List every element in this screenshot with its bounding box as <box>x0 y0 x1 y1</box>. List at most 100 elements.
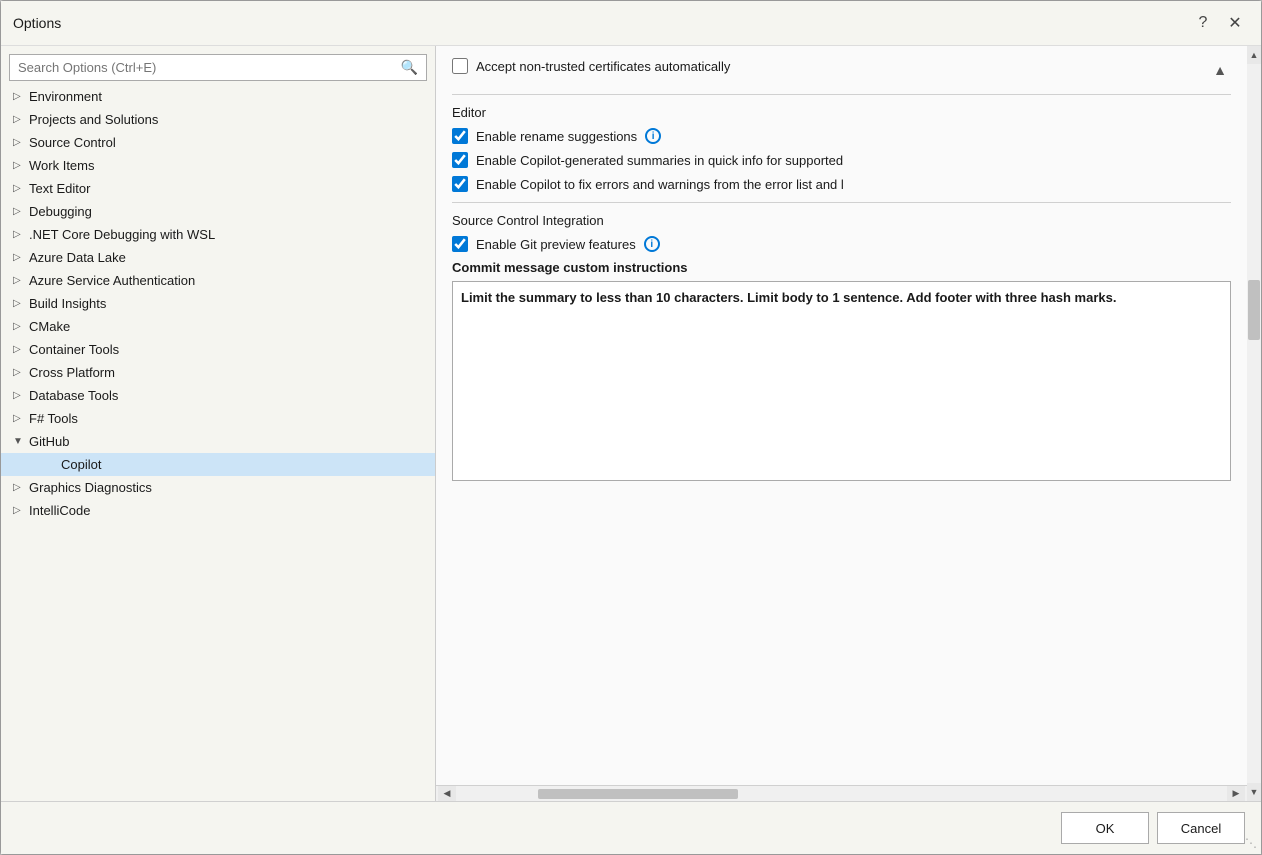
tree-arrow-net-core: ▷ <box>13 229 29 240</box>
tree-item-cross-platform[interactable]: ▷ Cross Platform <box>1 361 435 384</box>
git-preview-row: Enable Git preview features i <box>452 236 1231 252</box>
rename-suggestions-label: Enable rename suggestions <box>476 129 637 144</box>
tree-label-cross-platform: Cross Platform <box>29 365 427 380</box>
tree-item-copilot[interactable]: ▷ Copilot <box>1 453 435 476</box>
tree-label-work-items: Work Items <box>29 158 427 173</box>
search-box[interactable]: 🔍 <box>9 54 427 81</box>
right-scroll-area: Accept non-trusted certificates automati… <box>436 46 1247 785</box>
vert-up-arrow[interactable]: ▲ <box>1247 46 1261 64</box>
accept-certs-checkbox[interactable] <box>452 58 468 74</box>
tree-label-environment: Environment <box>29 89 427 104</box>
tree-item-build-insights[interactable]: ▷ Build Insights <box>1 292 435 315</box>
tree-arrow-container-tools: ▷ <box>13 344 29 355</box>
resize-icon: ⋱ <box>1245 836 1257 850</box>
tree-item-source-control[interactable]: ▷ Source Control <box>1 131 435 154</box>
vert-down-arrow[interactable]: ▼ <box>1247 783 1261 801</box>
vert-scroll-thumb[interactable] <box>1248 280 1260 340</box>
copilot-summaries-label: Enable Copilot-generated summaries in qu… <box>476 153 843 168</box>
tree-item-github[interactable]: ▼ GitHub <box>1 430 435 453</box>
tree-item-cmake[interactable]: ▷ CMake <box>1 315 435 338</box>
tree-label-net-core: .NET Core Debugging with WSL <box>29 227 427 242</box>
tree-label-database-tools: Database Tools <box>29 388 427 403</box>
tree-label-cmake: CMake <box>29 319 427 334</box>
tree-item-net-core-debugging[interactable]: ▷ .NET Core Debugging with WSL <box>1 223 435 246</box>
tree-item-fsharp-tools[interactable]: ▷ F# Tools <box>1 407 435 430</box>
tree-label-graphics: Graphics Diagnostics <box>29 480 427 495</box>
tree-item-azure-service-auth[interactable]: ▷ Azure Service Authentication <box>1 269 435 292</box>
right-panel: Accept non-trusted certificates automati… <box>436 46 1247 801</box>
tree-arrow-work-items: ▷ <box>13 160 29 171</box>
tree-label-azure-service-auth: Azure Service Authentication <box>29 273 427 288</box>
tree-item-intellicode[interactable]: ▷ IntelliCode <box>1 499 435 522</box>
tree-arrow-cross-platform: ▷ <box>13 367 29 378</box>
tree-item-work-items[interactable]: ▷ Work Items <box>1 154 435 177</box>
tree-arrow-azure-data-lake: ▷ <box>13 252 29 263</box>
horiz-scroll-thumb[interactable] <box>538 789 738 799</box>
tree-panel: ▷ Environment ▷ Projects and Solutions ▷… <box>1 85 435 801</box>
tree-arrow-fsharp: ▷ <box>13 413 29 424</box>
top-checkbox-row: Accept non-trusted certificates automati… <box>452 58 730 74</box>
title-bar-right: ? ✕ <box>1189 9 1249 37</box>
git-preview-checkbox[interactable] <box>452 236 468 252</box>
tree-arrow-build-insights: ▷ <box>13 298 29 309</box>
editor-checkbox-1: Enable rename suggestions i <box>452 128 1231 144</box>
tree-label-debugging: Debugging <box>29 204 427 219</box>
tree-item-projects-solutions[interactable]: ▷ Projects and Solutions <box>1 108 435 131</box>
tree-label-azure-data-lake: Azure Data Lake <box>29 250 427 265</box>
horizontal-scrollbar: ◀ ▶ <box>436 785 1247 801</box>
tree-label-container-tools: Container Tools <box>29 342 427 357</box>
tree-item-graphics-diagnostics[interactable]: ▷ Graphics Diagnostics <box>1 476 435 499</box>
commit-message-textarea[interactable]: Limit the summary to less than 10 charac… <box>452 281 1231 481</box>
tree-item-container-tools[interactable]: ▷ Container Tools <box>1 338 435 361</box>
main-content: 🔍 ▷ Environment ▷ Projects and Solutions… <box>1 46 1261 801</box>
copilot-summaries-checkbox[interactable] <box>452 152 468 168</box>
close-button[interactable]: ✕ <box>1221 9 1249 37</box>
rename-suggestions-checkbox[interactable] <box>452 128 468 144</box>
help-button[interactable]: ? <box>1189 9 1217 37</box>
tree-label-build-insights: Build Insights <box>29 296 427 311</box>
tree-arrow-azure-service-auth: ▷ <box>13 275 29 286</box>
tree-label-source-control: Source Control <box>29 135 427 150</box>
horiz-right-arrow[interactable]: ▶ <box>1227 786 1245 802</box>
vertical-scrollbar: ▲ ▼ <box>1247 46 1261 801</box>
commit-message-label: Commit message custom instructions <box>452 260 1231 275</box>
tree-label-github: GitHub <box>29 434 427 449</box>
right-wrapper: Accept non-trusted certificates automati… <box>436 46 1261 801</box>
tree-arrow-projects: ▷ <box>13 114 29 125</box>
tree-arrow-database-tools: ▷ <box>13 390 29 401</box>
tree-item-debugging[interactable]: ▷ Debugging <box>1 200 435 223</box>
git-preview-info-icon[interactable]: i <box>644 236 660 252</box>
vert-scroll-track[interactable] <box>1247 64 1261 783</box>
tree-arrow-debugging: ▷ <box>13 206 29 217</box>
tree-item-database-tools[interactable]: ▷ Database Tools <box>1 384 435 407</box>
divider-middle <box>452 202 1231 203</box>
copilot-fix-errors-checkbox[interactable] <box>452 176 468 192</box>
tree-item-environment[interactable]: ▷ Environment <box>1 85 435 108</box>
horiz-scroll-track[interactable] <box>458 789 1225 799</box>
divider-top <box>452 94 1231 95</box>
tree-item-text-editor[interactable]: ▷ Text Editor <box>1 177 435 200</box>
tree-arrow-intellicode: ▷ <box>13 505 29 516</box>
search-input[interactable] <box>18 60 401 75</box>
left-panel: 🔍 ▷ Environment ▷ Projects and Solutions… <box>1 46 436 801</box>
tree-arrow-graphics: ▷ <box>13 482 29 493</box>
accept-certs-label: Accept non-trusted certificates automati… <box>476 59 730 74</box>
ok-button[interactable]: OK <box>1061 812 1149 844</box>
tree-label-fsharp: F# Tools <box>29 411 427 426</box>
cancel-button[interactable]: Cancel <box>1157 812 1245 844</box>
tree-arrow-source-control: ▷ <box>13 137 29 148</box>
title-bar-left: Options <box>13 15 61 31</box>
tree-label-text-editor: Text Editor <box>29 181 427 196</box>
editor-section-header: Editor <box>452 105 1231 120</box>
title-bar: Options ? ✕ <box>1 1 1261 46</box>
search-icon: 🔍 <box>401 59 418 76</box>
options-dialog: Options ? ✕ 🔍 ▷ Environment ▷ <box>0 0 1262 855</box>
dialog-title: Options <box>13 15 61 31</box>
tree-label-intellicode: IntelliCode <box>29 503 427 518</box>
git-preview-label: Enable Git preview features <box>476 237 636 252</box>
tree-arrow-environment: ▷ <box>13 91 29 102</box>
scroll-up-arrow[interactable]: ▲ <box>1213 62 1231 78</box>
horiz-left-arrow[interactable]: ◀ <box>438 786 456 802</box>
tree-item-azure-data-lake[interactable]: ▷ Azure Data Lake <box>1 246 435 269</box>
rename-info-icon[interactable]: i <box>645 128 661 144</box>
